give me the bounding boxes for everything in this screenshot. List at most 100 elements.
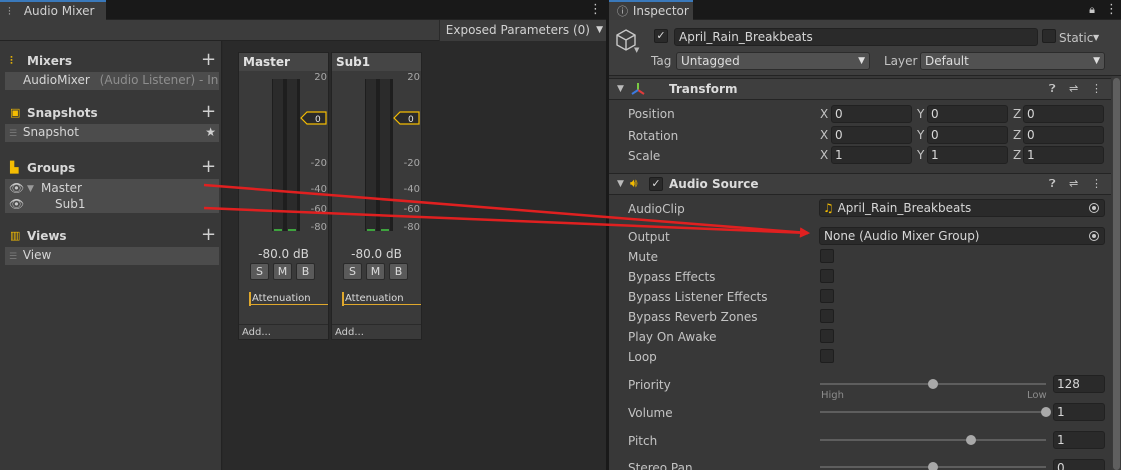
volume-field[interactable]: 1 [1053, 403, 1105, 421]
loop-label: Loop [628, 350, 657, 364]
mute-button[interactable]: M [366, 263, 385, 280]
add-view-button[interactable]: + [201, 226, 216, 244]
component-menu-icon[interactable]: ⋮ [1091, 82, 1102, 95]
rotation-x-field[interactable]: 0 [831, 126, 912, 144]
strip-name: Master [239, 53, 328, 71]
drag-handle-icon[interactable]: ☰ [5, 249, 19, 265]
inspector-scrollbar[interactable] [1112, 76, 1121, 470]
position-y-field[interactable]: 0 [927, 105, 1008, 123]
foldout-arrow-icon[interactable]: ▼ [617, 84, 624, 94]
bypass-listener-effects-label: Bypass Listener Effects [628, 290, 768, 304]
object-picker-icon[interactable] [1089, 203, 1099, 213]
mute-label: Mute [628, 250, 659, 264]
eye-icon[interactable]: 👁︎ [9, 197, 24, 211]
layer-dropdown[interactable]: Default ▼ [920, 52, 1105, 70]
play-on-awake-checkbox[interactable] [820, 329, 834, 343]
transform-icon [631, 83, 645, 95]
chevron-down-icon[interactable]: ▼ [1093, 33, 1099, 42]
scale-z-field[interactable]: 1 [1023, 146, 1104, 164]
eye-icon[interactable]: 👁︎ [9, 181, 24, 195]
view-item[interactable]: ☰ View [5, 247, 219, 265]
audioclip-field[interactable]: ♫ April_Rain_Breakbeats [819, 199, 1105, 217]
add-effect-button[interactable]: Add... [239, 324, 328, 340]
gameobject-header: ▼ ✓ April_Rain_Breakbeats Static ▼ Tag U… [609, 20, 1121, 76]
solo-button[interactable]: S [250, 263, 269, 280]
snapshot-item[interactable]: ☰ Snapshot ★ [5, 124, 219, 142]
object-name-field[interactable]: April_Rain_Breakbeats [674, 28, 1038, 46]
y-axis-label: Y [917, 107, 925, 121]
add-snapshot-button[interactable]: + [201, 103, 216, 121]
z-axis-label: Z [1013, 148, 1022, 162]
foldout-arrow-icon[interactable]: ▼ [27, 184, 34, 194]
lock-icon[interactable]: 🔒︎ [1087, 2, 1097, 18]
add-mixer-button[interactable]: + [201, 51, 216, 69]
group-item-master[interactable] [5, 179, 219, 213]
volume-fader[interactable]: 0 [393, 111, 420, 125]
volume-slider[interactable] [820, 411, 1046, 413]
star-icon[interactable]: ★ [205, 124, 216, 141]
object-picker-icon[interactable] [1089, 231, 1099, 241]
rotation-y-field[interactable]: 0 [927, 126, 1008, 144]
mute-button[interactable]: M [273, 263, 292, 280]
position-x-field[interactable]: 0 [831, 105, 912, 123]
loop-checkbox[interactable] [820, 349, 834, 363]
priority-field[interactable]: 128 [1053, 375, 1105, 393]
pitch-slider-knob[interactable] [966, 435, 977, 445]
chevron-down-icon[interactable]: ▼ [634, 46, 639, 54]
foldout-arrow-icon[interactable]: ▼ [617, 179, 624, 189]
output-field[interactable]: None (Audio Mixer Group) [819, 227, 1105, 245]
bypass-listener-effects-checkbox[interactable] [820, 289, 834, 303]
mixers-header: ⫶ Mixers [10, 52, 72, 70]
help-icon[interactable]: ❓︎ [1049, 82, 1056, 96]
priority-slider-knob[interactable] [928, 379, 938, 389]
add-effect-button[interactable]: Add... [332, 324, 421, 340]
snapshot-item-label: Snapshot [22, 125, 79, 139]
scale-y-field[interactable]: 1 [927, 146, 1008, 164]
channel-strip-master: Master 20 -20 -40 -60 -80 0 -80.0 dB S M… [238, 52, 329, 340]
attenuation-effect[interactable]: Attenuation [249, 293, 328, 305]
bypass-effects-checkbox[interactable] [820, 269, 834, 283]
volume-slider-knob[interactable] [1041, 407, 1051, 417]
inspector-tabbar: ⓘ Inspector 🔒︎ ⋮ [609, 0, 1121, 20]
mixers-title: Mixers [27, 54, 72, 68]
inspector-menu-icon[interactable]: ⋮ [1105, 2, 1118, 18]
drag-handle-icon[interactable]: ☰ [5, 126, 19, 142]
tab-inspector[interactable]: ⓘ Inspector [609, 0, 693, 20]
audio-source-enabled-checkbox[interactable]: ✓ [649, 177, 663, 191]
exposed-parameters-dropdown[interactable]: Exposed Parameters (0) ▼ [438, 20, 606, 41]
presets-icon[interactable]: ⇌ [1069, 177, 1078, 190]
scale-x-field[interactable]: 1 [831, 146, 912, 164]
audio-source-title: Audio Source [669, 177, 759, 191]
y-axis-label: Y [917, 148, 925, 162]
add-group-button[interactable]: + [201, 158, 216, 176]
active-checkbox[interactable]: ✓ [654, 29, 668, 43]
audio-source-header[interactable]: ▼ 🔊︎ ✓ Audio Source ❓︎ ⇌ ⋮ [609, 173, 1111, 195]
audio-mixer-window: Exposed Parameters (0) ▼ ⫶ Mixers + Audi… [0, 20, 606, 470]
stereo-pan-slider-knob[interactable] [928, 462, 938, 470]
component-menu-icon[interactable]: ⋮ [1091, 177, 1102, 190]
help-icon[interactable]: ❓︎ [1049, 177, 1056, 191]
rotation-z-field[interactable]: 0 [1023, 126, 1104, 144]
layer-label: Layer [884, 54, 918, 68]
tab-audio-mixer[interactable]: ⫶ Audio Mixer [0, 0, 106, 20]
solo-button[interactable]: S [343, 263, 362, 280]
mixer-item[interactable]: AudioMixer (Audio Listener) - Inac [5, 72, 219, 90]
tab-inspector-label: Inspector [632, 4, 689, 18]
presets-icon[interactable]: ⇌ [1069, 82, 1078, 95]
static-checkbox[interactable] [1042, 29, 1056, 43]
tag-dropdown[interactable]: Untagged ▼ [676, 52, 870, 70]
static-label[interactable]: Static [1059, 30, 1093, 46]
attenuation-effect[interactable]: Attenuation [342, 293, 421, 305]
position-z-field[interactable]: 0 [1023, 105, 1104, 123]
bypass-button[interactable]: B [296, 263, 315, 280]
pitch-slider[interactable] [820, 439, 1046, 441]
mixer-menu-icon[interactable]: ⋮ [589, 2, 602, 18]
views-header: ▥ Views [10, 227, 67, 245]
volume-fader[interactable]: 0 [300, 111, 327, 125]
transform-header[interactable]: ▼ Transform ❓︎ ⇌ ⋮ [609, 78, 1111, 100]
bypass-button[interactable]: B [389, 263, 408, 280]
bypass-reverb-zones-checkbox[interactable] [820, 309, 834, 323]
stereo-pan-field[interactable]: 0 [1053, 459, 1105, 470]
mute-checkbox[interactable] [820, 249, 834, 263]
pitch-field[interactable]: 1 [1053, 431, 1105, 449]
